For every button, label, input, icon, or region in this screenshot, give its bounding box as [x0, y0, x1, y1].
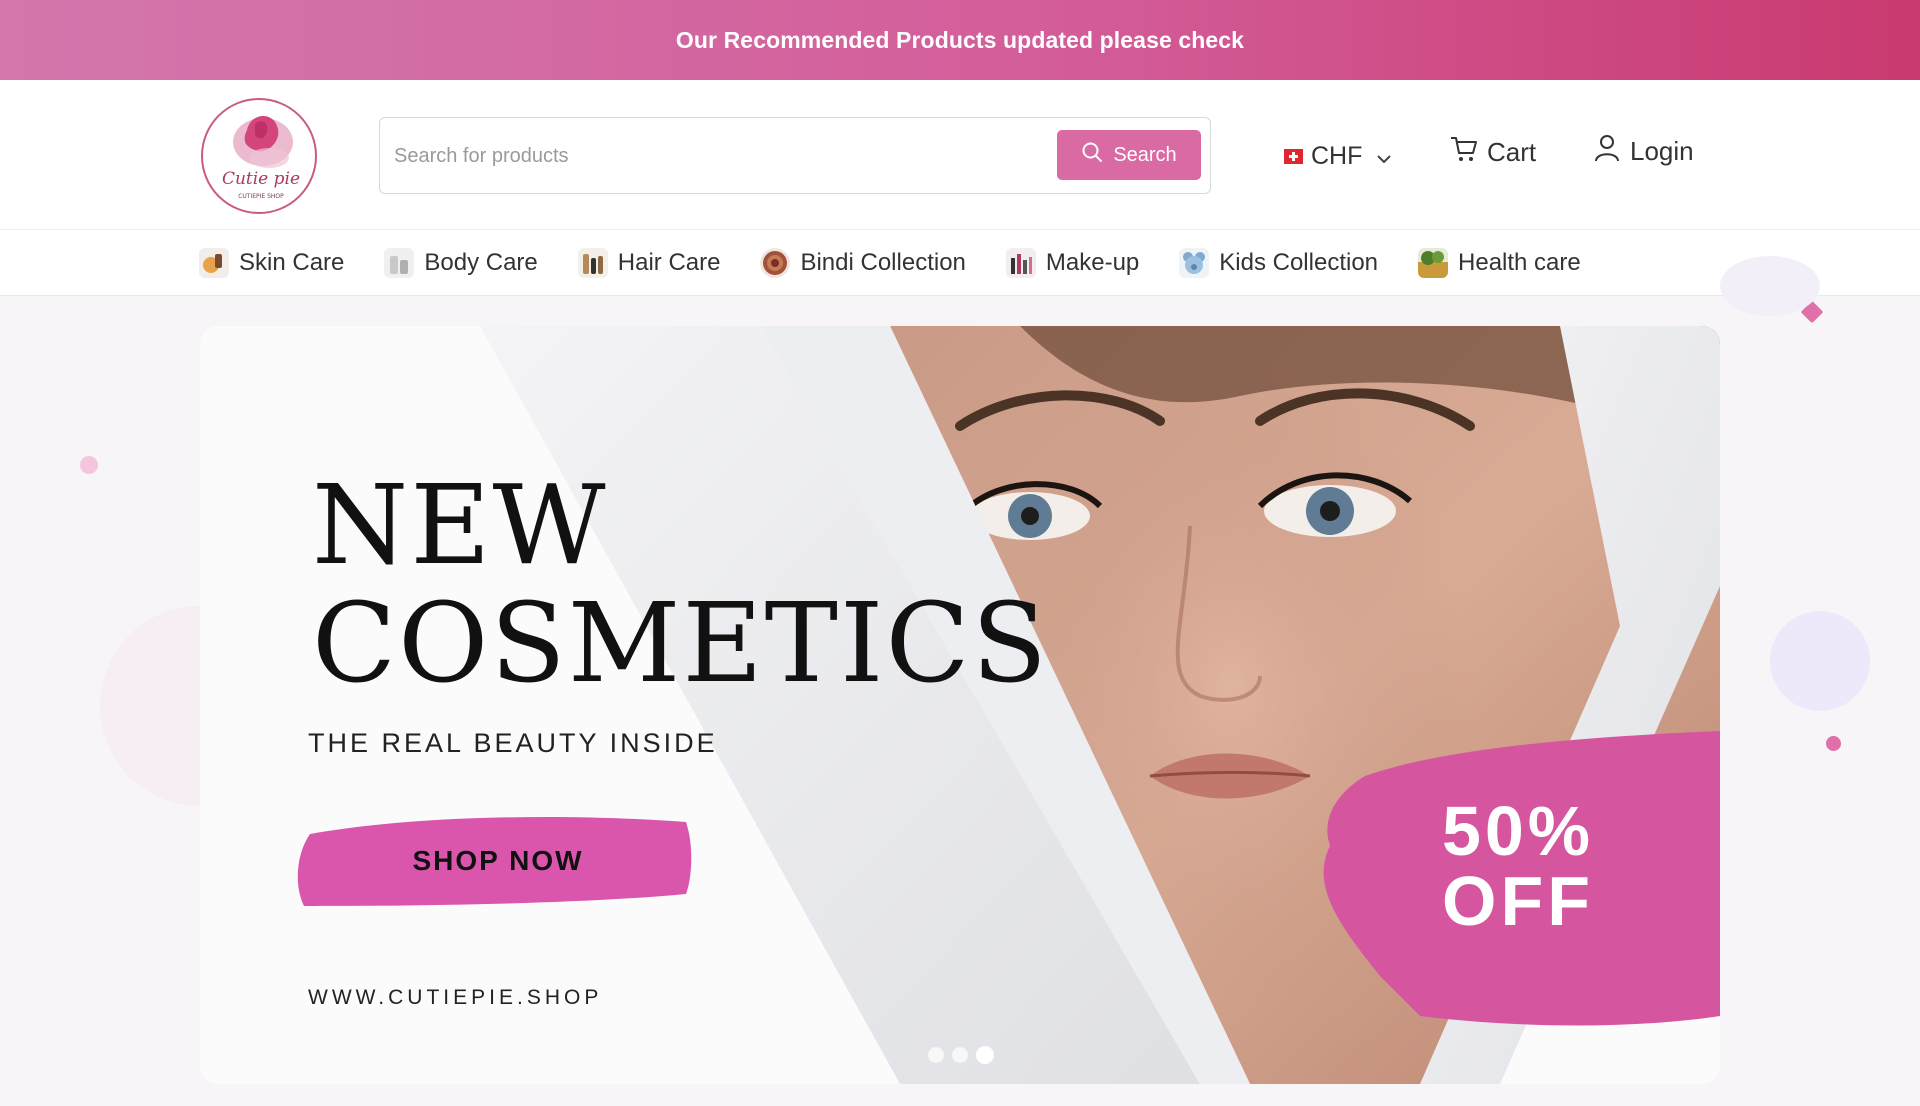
shop-now-label: SHOP NOW	[412, 845, 584, 876]
hero-banner[interactable]: NEW COSMETICS THE REAL BEAUTY INSIDE SHO…	[200, 326, 1720, 1084]
search-button[interactable]: Search	[1057, 130, 1201, 180]
cart-icon	[1449, 134, 1479, 171]
hero-subtitle: THE REAL BEAUTY INSIDE	[308, 728, 718, 758]
decor-circle	[1770, 611, 1870, 711]
carousel-dot-3[interactable]	[976, 1046, 994, 1064]
category-label: Kids Collection	[1219, 248, 1379, 276]
category-health-care[interactable]: Health care	[1418, 247, 1581, 278]
discount-percent: 50%	[1441, 792, 1595, 870]
logo-graphic: Cutie pie CUTIEPIE SHOP	[222, 115, 300, 200]
category-nav: Skin Care Body Care Hair Care Bindi Coll…	[0, 230, 1920, 296]
login-link[interactable]: Login	[1594, 134, 1694, 169]
search-button-label: Search	[1113, 143, 1177, 166]
search-input[interactable]	[394, 136, 1034, 176]
site-logo[interactable]: Cutie pie CUTIEPIE SHOP	[201, 98, 317, 214]
login-label: Login	[1630, 136, 1694, 166]
cart-label: Cart	[1487, 137, 1537, 167]
category-label: Hair Care	[617, 248, 721, 276]
svg-text:CUTIEPIE SHOP: CUTIEPIE SHOP	[238, 193, 284, 200]
site-header: Cutie pie CUTIEPIE SHOP Search CHF Cart …	[0, 80, 1920, 230]
category-label: Make-up	[1045, 248, 1140, 276]
category-label: Body Care	[424, 248, 538, 276]
chevron-down-icon	[1376, 142, 1392, 171]
body-care-icon	[384, 247, 415, 278]
hair-care-icon	[577, 247, 608, 278]
health-care-icon	[1418, 247, 1449, 278]
hero-section: NEW COSMETICS THE REAL BEAUTY INSIDE SHO…	[0, 256, 1920, 1106]
category-label: Health care	[1458, 248, 1581, 276]
makeup-icon	[1005, 247, 1036, 278]
hero-url: WWW.CUTIEPIE.SHOP	[308, 986, 603, 1009]
search-icon	[1081, 141, 1103, 169]
category-kids-collection[interactable]: Kids Collection	[1179, 247, 1379, 278]
currency-code: CHF	[1311, 141, 1363, 170]
discount-off: OFF	[1442, 862, 1594, 940]
currency-selector[interactable]: CHF	[1284, 138, 1392, 174]
hero-title-line1: NEW	[312, 461, 608, 589]
carousel-dot-1[interactable]	[928, 1047, 944, 1063]
switzerland-flag-icon	[1284, 148, 1303, 164]
category-body-care[interactable]: Body Care	[384, 247, 538, 278]
decor-circle	[1826, 736, 1841, 751]
cart-link[interactable]: Cart	[1449, 134, 1536, 171]
shop-now-button[interactable]: SHOP NOW	[306, 806, 690, 916]
skin-care-icon	[199, 247, 229, 278]
category-make-up[interactable]: Make-up	[1005, 247, 1140, 278]
kids-icon	[1179, 247, 1210, 278]
discount-badge: 50% OFF	[1316, 726, 1720, 1026]
category-label: Bindi Collection	[800, 248, 966, 276]
announcement-bar[interactable]: Our Recommended Products updated please …	[0, 0, 1920, 80]
category-label: Skin Care	[239, 248, 345, 276]
carousel-dot-2[interactable]	[952, 1047, 968, 1063]
hero-title: NEW COSMETICS	[312, 466, 1049, 702]
category-bindi-collection[interactable]: Bindi Collection	[760, 247, 966, 278]
carousel-dots	[928, 1046, 994, 1064]
user-icon	[1594, 134, 1620, 169]
hero-title-line2: COSMETICS	[312, 579, 1049, 707]
announcement-text[interactable]: Our Recommended Products updated please …	[676, 27, 1244, 54]
svg-text:Cutie pie: Cutie pie	[222, 169, 300, 189]
category-hair-care[interactable]: Hair Care	[577, 247, 721, 278]
decor-circle	[1720, 256, 1820, 316]
decor-circle	[80, 456, 98, 474]
bindi-icon	[760, 247, 791, 278]
category-skin-care[interactable]: Skin Care	[199, 247, 345, 278]
search-bar: Search	[379, 117, 1211, 194]
